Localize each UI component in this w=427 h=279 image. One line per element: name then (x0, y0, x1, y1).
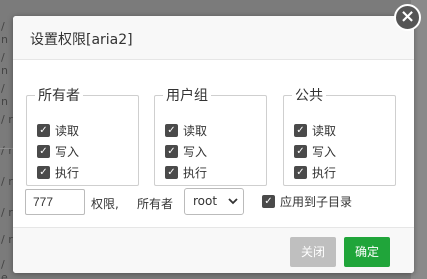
checkbox-checked-icon: ✓ (165, 123, 178, 137)
background-row-fragment: / r (1, 206, 13, 219)
owner-read-checkbox[interactable]: ✓ 读取 (37, 122, 79, 138)
public-read-checkbox[interactable]: ✓ 读取 (294, 122, 336, 138)
perm-label: 写入 (55, 144, 80, 159)
public-group-legend: 公共 (295, 88, 323, 104)
close-button[interactable]: 关闭 (290, 237, 336, 267)
owner-select-value: root (193, 194, 218, 208)
owner-execute-checkbox[interactable]: ✓ 执行 (37, 164, 79, 180)
permission-mode-input[interactable] (25, 189, 85, 215)
background-row-fragment: / n (1, 51, 8, 77)
perm-label: 读取 (55, 123, 80, 138)
background-row-fragment: / r (1, 175, 13, 188)
checkbox-checked-icon: ✓ (165, 165, 178, 179)
checkbox-checked-icon: ✓ (165, 144, 178, 158)
public-permission-group: 公共 ✓ 读取 ✓ 写入 ✓ 执行 (283, 85, 396, 186)
background-row-fragment: / e (1, 258, 8, 279)
background-row-fragment: / n (1, 82, 8, 108)
close-icon[interactable]: × (394, 4, 421, 31)
checkbox-checked-icon: ✓ (294, 165, 307, 179)
checkbox-checked-icon: ✓ (37, 144, 50, 158)
group-permission-group: 用户组 ✓ 读取 ✓ 写入 ✓ 执行 (154, 85, 267, 186)
group-execute-checkbox[interactable]: ✓ 执行 (165, 164, 207, 180)
dialog-footer: 关闭 确定 (13, 227, 414, 273)
perm-label: 写入 (183, 144, 208, 159)
chevron-down-icon (228, 195, 238, 210)
public-write-checkbox[interactable]: ✓ 写入 (294, 143, 336, 159)
permission-dialog: 设置权限[aria2] 所有者 ✓ 读取 ✓ 写入 ✓ 执行 用户组 ✓ 读取 ✓ 写入 … (13, 16, 414, 273)
checkbox-checked-icon: ✓ (262, 195, 275, 208)
owner-write-checkbox[interactable]: ✓ 写入 (37, 143, 79, 159)
owner-select[interactable]: root (184, 188, 244, 215)
owner-permission-group: 所有者 ✓ 读取 ✓ 写入 ✓ 执行 (26, 85, 139, 186)
group-group-legend: 用户组 (166, 88, 208, 104)
checkbox-checked-icon: ✓ (294, 144, 307, 158)
public-execute-checkbox[interactable]: ✓ 执行 (294, 164, 336, 180)
apply-to-subdirs-label: 应用到子目录 (280, 195, 353, 209)
owner-group-legend: 所有者 (38, 88, 80, 104)
perm-label: 执行 (55, 165, 80, 180)
owner-label: 所有者 (137, 197, 174, 211)
mode-label: 权限, (91, 197, 119, 211)
dialog-header: 设置权限[aria2] (13, 16, 414, 60)
apply-to-subdirs-checkbox[interactable]: ✓ 应用到子目录 (262, 193, 352, 210)
perm-label: 执行 (183, 165, 208, 180)
background-row-fragment: / r (1, 113, 13, 126)
confirm-button[interactable]: 确定 (344, 237, 390, 267)
checkbox-checked-icon: ✓ (37, 123, 50, 137)
perm-label: 读取 (312, 123, 337, 138)
perm-label: 执行 (312, 165, 337, 180)
background-row-fragment: / r (1, 144, 13, 157)
group-write-checkbox[interactable]: ✓ 写入 (165, 143, 207, 159)
group-read-checkbox[interactable]: ✓ 读取 (165, 122, 207, 138)
background-row-fragment: / n (1, 20, 8, 46)
checkbox-checked-icon: ✓ (294, 123, 307, 137)
checkbox-checked-icon: ✓ (37, 165, 50, 179)
dialog-title: 设置权限[aria2] (30, 32, 133, 48)
perm-label: 读取 (183, 123, 208, 138)
options-row: 权限, 所有者 root ✓ 应用到子目录 (13, 185, 414, 219)
perm-label: 写入 (312, 144, 337, 159)
